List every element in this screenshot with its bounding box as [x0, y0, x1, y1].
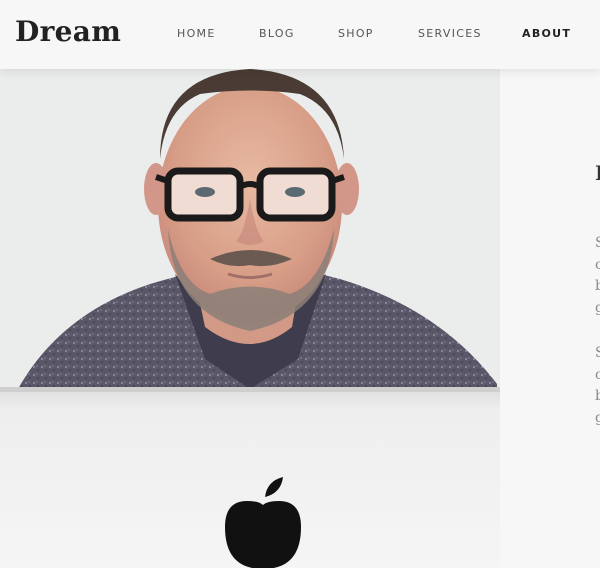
hero-photo	[0, 69, 500, 568]
nav-item-home[interactable]: HOME	[177, 27, 216, 40]
about-paragraph-2: S c b g	[595, 343, 600, 429]
paragraph-line: b	[595, 278, 600, 294]
nav-item-about[interactable]: ABOUT	[522, 27, 571, 40]
man-at-computer-image	[0, 69, 500, 568]
paragraph-line: b	[595, 388, 600, 404]
about-heading: I	[595, 161, 600, 185]
nav-item-shop[interactable]: SHOP	[338, 27, 374, 40]
about-paragraph-1: S c b g	[595, 233, 600, 319]
paragraph-line: c	[595, 366, 600, 383]
paragraph-line: c	[595, 256, 600, 273]
paragraph-line: g	[595, 409, 600, 426]
site-header: Dream HOME BLOG SHOP SERVICES ABOUT	[0, 0, 600, 69]
main-nav: HOME BLOG SHOP SERVICES ABOUT	[0, 27, 600, 43]
paragraph-line: S	[595, 345, 600, 361]
about-section: I S c b g S c b g	[500, 69, 600, 568]
paragraph-line: g	[595, 299, 600, 316]
paragraph-line: S	[595, 235, 600, 251]
nav-item-blog[interactable]: BLOG	[259, 27, 295, 40]
nav-item-services[interactable]: SERVICES	[418, 27, 482, 40]
